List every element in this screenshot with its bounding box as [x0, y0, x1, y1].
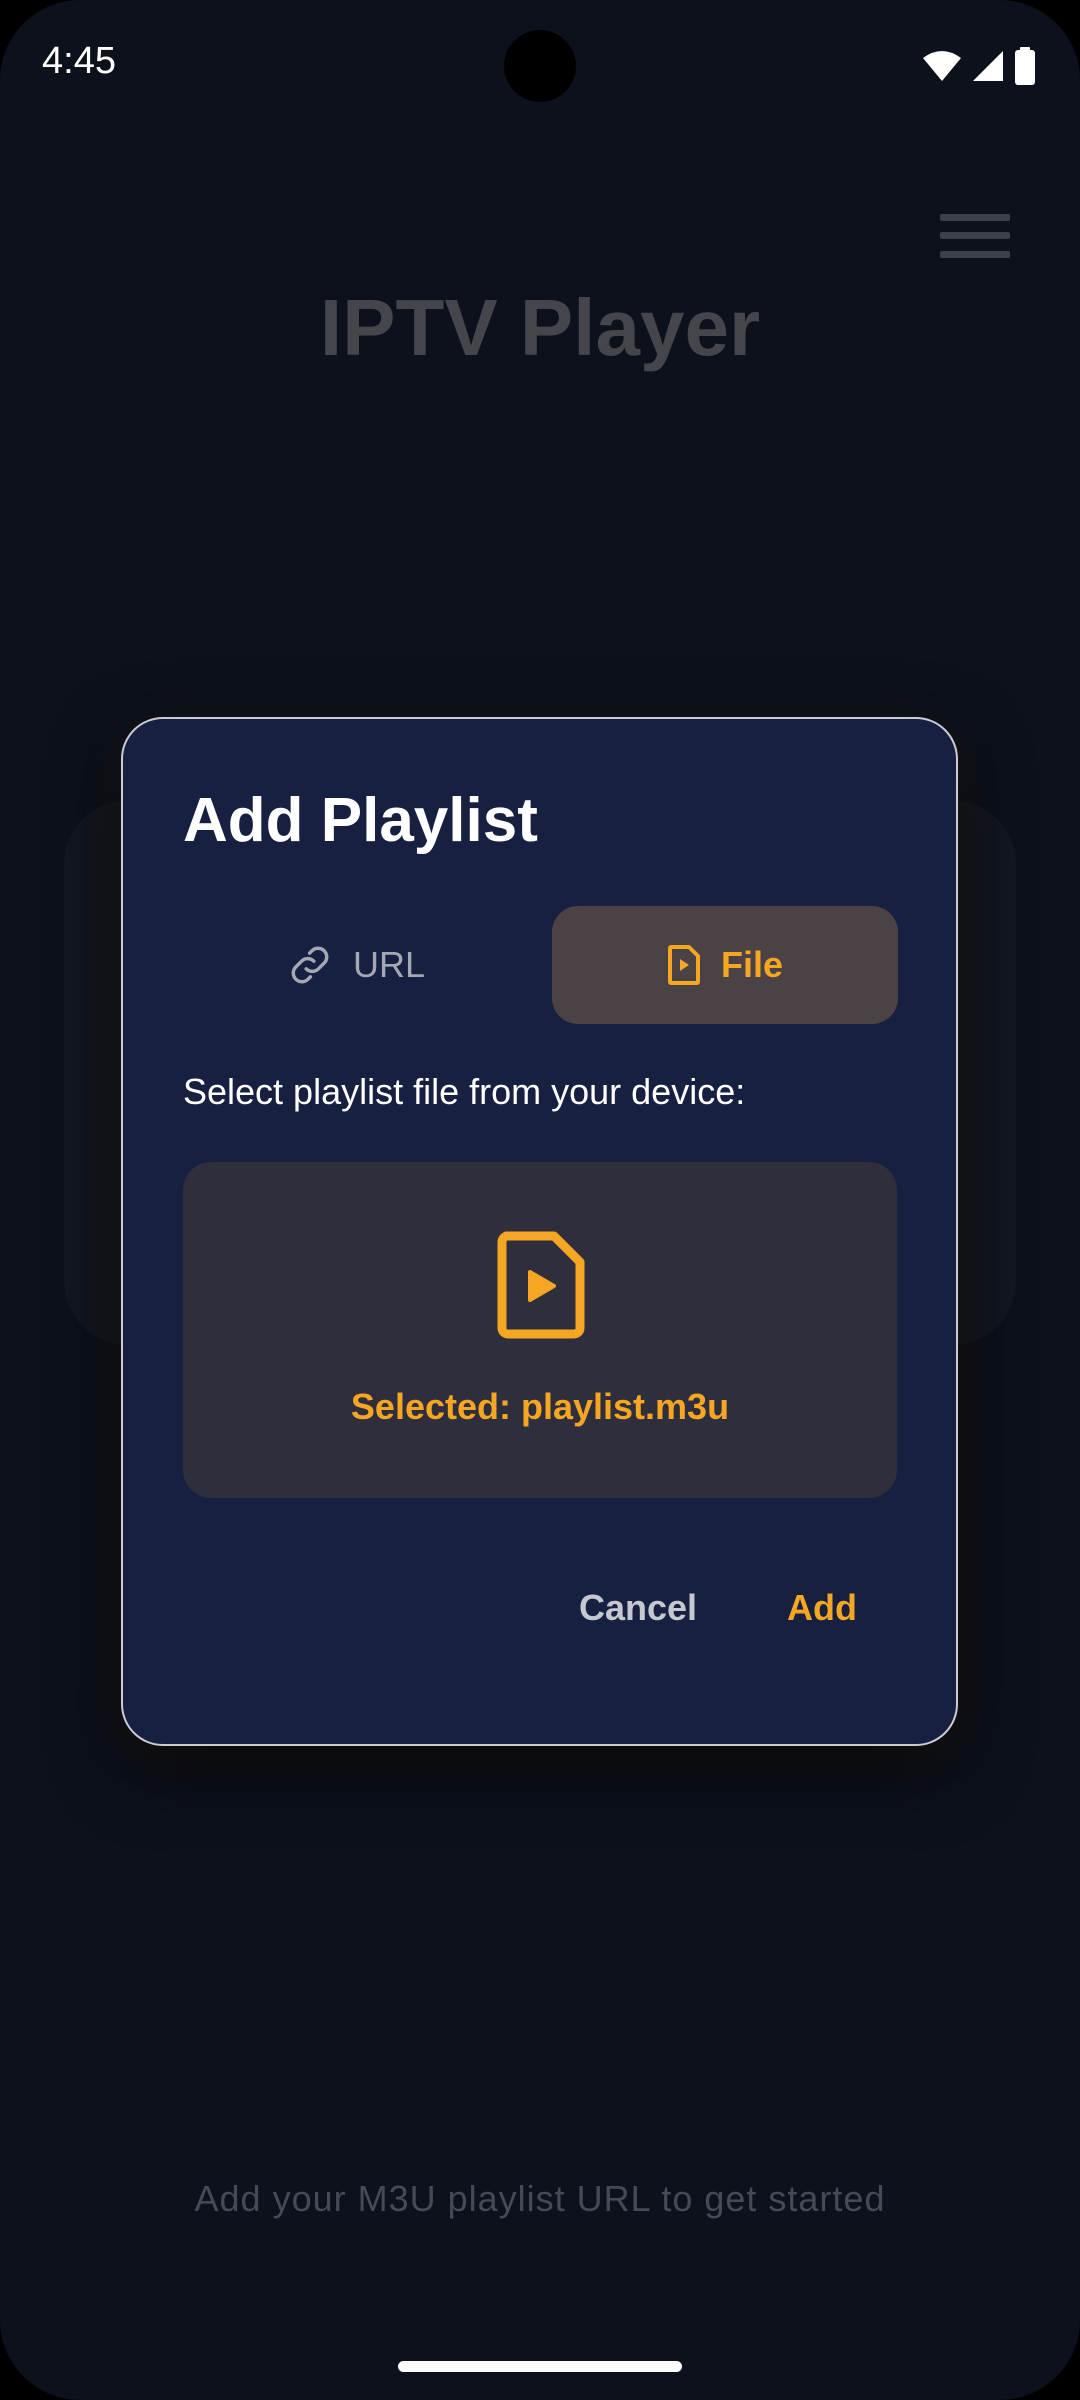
cancel-button[interactable]: Cancel: [561, 1579, 715, 1637]
empty-state-hint: Add your M3U playlist URL to get started: [194, 2178, 886, 2219]
app-title: IPTV Player: [319, 283, 761, 372]
menu-button[interactable]: [930, 204, 1016, 266]
phone-screen: 4:45 IPTV Player Add your M3U playlist U…: [0, 0, 1080, 2400]
file-play-icon: [497, 1231, 585, 1339]
status-bar: 4:45: [0, 0, 1080, 135]
instruction-text: Select playlist file from your device:: [183, 1071, 746, 1112]
camera-cutout: [504, 30, 576, 102]
add-playlist-dialog: Add Playlist URL File Select playlist fi…: [121, 717, 958, 1746]
hamburger-menu-icon: [940, 214, 1010, 221]
selected-file-text: Selected: playlist.m3u: [350, 1386, 730, 1427]
link-icon: [291, 946, 329, 984]
add-button[interactable]: Add: [769, 1579, 875, 1637]
tab-url[interactable]: URL: [183, 906, 529, 1024]
hamburger-menu-icon: [940, 232, 1010, 239]
wifi-icon: [923, 51, 961, 81]
home-indicator[interactable]: [398, 2361, 682, 2372]
signal-icon: [973, 51, 1003, 81]
tab-file-label: File: [720, 944, 783, 985]
file-picker-area[interactable]: Selected: playlist.m3u: [183, 1162, 897, 1498]
status-time: 4:45: [42, 40, 116, 82]
tab-file[interactable]: File: [552, 906, 898, 1024]
dialog-title: Add Playlist: [183, 786, 538, 855]
tab-url-label: URL: [352, 944, 426, 985]
hamburger-menu-icon: [940, 251, 1010, 258]
battery-icon: [1015, 47, 1035, 85]
file-play-icon: [667, 945, 700, 985]
status-icons: [922, 46, 1036, 86]
